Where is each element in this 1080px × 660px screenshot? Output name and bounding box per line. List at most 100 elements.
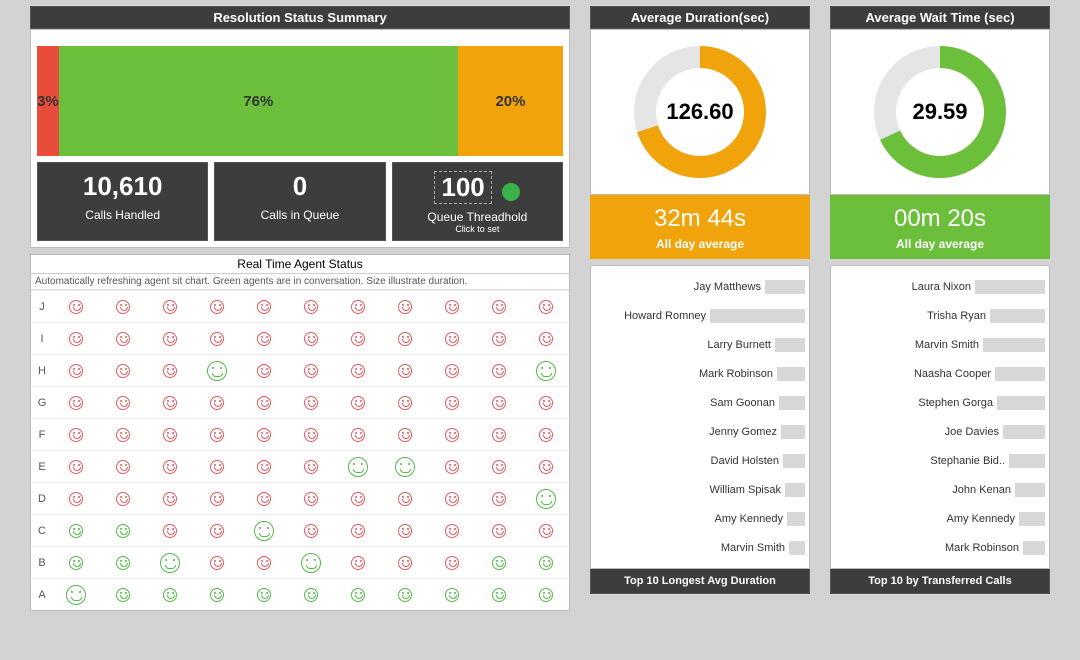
agent-cell[interactable] — [194, 354, 241, 386]
queue-threshold-stat[interactable]: 100 Queue Threadhold Click to set — [392, 162, 563, 241]
agent-cell[interactable] — [100, 386, 147, 418]
agent-cell[interactable] — [381, 418, 428, 450]
agent-cell[interactable] — [100, 418, 147, 450]
agent-cell[interactable] — [288, 290, 335, 322]
agent-cell[interactable] — [241, 578, 288, 610]
agent-cell[interactable] — [428, 322, 475, 354]
agent-cell[interactable] — [522, 354, 569, 386]
agent-cell[interactable] — [334, 482, 381, 514]
agent-cell[interactable] — [194, 514, 241, 546]
agent-cell[interactable] — [475, 354, 522, 386]
agent-cell[interactable] — [334, 514, 381, 546]
agent-cell[interactable] — [100, 578, 147, 610]
agent-cell[interactable] — [288, 482, 335, 514]
agent-cell[interactable] — [334, 290, 381, 322]
agent-cell[interactable] — [522, 578, 569, 610]
agent-cell[interactable] — [288, 322, 335, 354]
agent-cell[interactable] — [147, 418, 194, 450]
agent-cell[interactable] — [53, 514, 100, 546]
agent-cell[interactable] — [334, 546, 381, 578]
agent-cell[interactable] — [475, 450, 522, 482]
agent-cell[interactable] — [100, 450, 147, 482]
agent-cell[interactable] — [241, 386, 288, 418]
agent-cell[interactable] — [475, 322, 522, 354]
agent-cell[interactable] — [381, 482, 428, 514]
agent-cell[interactable] — [381, 354, 428, 386]
agent-cell[interactable] — [475, 578, 522, 610]
agent-cell[interactable] — [241, 354, 288, 386]
agent-cell[interactable] — [475, 418, 522, 450]
agent-cell[interactable] — [381, 386, 428, 418]
agent-cell[interactable] — [428, 450, 475, 482]
agent-cell[interactable] — [475, 482, 522, 514]
agent-cell[interactable] — [522, 450, 569, 482]
agent-cell[interactable] — [381, 322, 428, 354]
agent-cell[interactable] — [334, 450, 381, 482]
agent-cell[interactable] — [522, 322, 569, 354]
agent-cell[interactable] — [53, 322, 100, 354]
agent-cell[interactable] — [381, 578, 428, 610]
agent-cell[interactable] — [100, 322, 147, 354]
agent-cell[interactable] — [475, 546, 522, 578]
agent-cell[interactable] — [288, 514, 335, 546]
agent-cell[interactable] — [147, 386, 194, 418]
agent-cell[interactable] — [522, 514, 569, 546]
agent-cell[interactable] — [334, 418, 381, 450]
agent-cell[interactable] — [241, 418, 288, 450]
agent-cell[interactable] — [241, 546, 288, 578]
agent-cell[interactable] — [334, 322, 381, 354]
agent-cell[interactable] — [194, 578, 241, 610]
agent-cell[interactable] — [53, 450, 100, 482]
agent-cell[interactable] — [147, 578, 194, 610]
agent-cell[interactable] — [147, 290, 194, 322]
agent-cell[interactable] — [288, 386, 335, 418]
agent-cell[interactable] — [334, 578, 381, 610]
agent-cell[interactable] — [241, 450, 288, 482]
agent-cell[interactable] — [194, 450, 241, 482]
agent-cell[interactable] — [194, 546, 241, 578]
agent-cell[interactable] — [100, 514, 147, 546]
agent-cell[interactable] — [522, 482, 569, 514]
agent-cell[interactable] — [381, 450, 428, 482]
agent-cell[interactable] — [194, 482, 241, 514]
agent-cell[interactable] — [194, 386, 241, 418]
agent-cell[interactable] — [100, 482, 147, 514]
agent-cell[interactable] — [147, 482, 194, 514]
agent-cell[interactable] — [147, 546, 194, 578]
agent-cell[interactable] — [428, 386, 475, 418]
agent-cell[interactable] — [428, 482, 475, 514]
agent-cell[interactable] — [241, 290, 288, 322]
agent-cell[interactable] — [428, 418, 475, 450]
agent-cell[interactable] — [147, 450, 194, 482]
agent-cell[interactable] — [428, 546, 475, 578]
agent-cell[interactable] — [147, 322, 194, 354]
threshold-value[interactable]: 100 — [434, 171, 491, 204]
agent-cell[interactable] — [522, 386, 569, 418]
agent-cell[interactable] — [428, 578, 475, 610]
agent-cell[interactable] — [428, 354, 475, 386]
agent-cell[interactable] — [147, 514, 194, 546]
agent-cell[interactable] — [381, 290, 428, 322]
agent-cell[interactable] — [288, 418, 335, 450]
agent-cell[interactable] — [522, 290, 569, 322]
agent-cell[interactable] — [288, 546, 335, 578]
agent-cell[interactable] — [428, 514, 475, 546]
agent-cell[interactable] — [53, 482, 100, 514]
agent-cell[interactable] — [53, 386, 100, 418]
agent-cell[interactable] — [241, 482, 288, 514]
agent-cell[interactable] — [381, 514, 428, 546]
agent-cell[interactable] — [288, 450, 335, 482]
agent-cell[interactable] — [53, 578, 100, 610]
agent-cell[interactable] — [475, 290, 522, 322]
agent-cell[interactable] — [288, 354, 335, 386]
agent-cell[interactable] — [241, 514, 288, 546]
agent-cell[interactable] — [53, 354, 100, 386]
agent-cell[interactable] — [475, 514, 522, 546]
agent-cell[interactable] — [334, 386, 381, 418]
agent-cell[interactable] — [100, 546, 147, 578]
agent-cell[interactable] — [53, 418, 100, 450]
agent-cell[interactable] — [522, 546, 569, 578]
agent-cell[interactable] — [100, 290, 147, 322]
agent-cell[interactable] — [53, 546, 100, 578]
agent-cell[interactable] — [522, 418, 569, 450]
